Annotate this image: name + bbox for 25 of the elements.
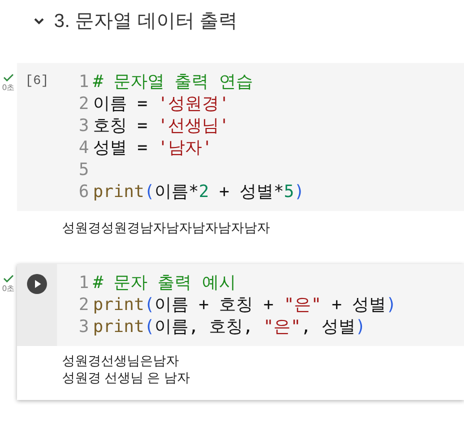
line-number: 3 bbox=[78, 316, 89, 338]
line-number: 3 bbox=[78, 115, 89, 137]
run-time: 0초 bbox=[2, 82, 15, 93]
code-line: 호칭 = '선생님' bbox=[93, 115, 230, 137]
code-line: # 문자 출력 예시 bbox=[93, 272, 236, 294]
section-heading: 3. 문자열 데이터 출력 bbox=[54, 10, 238, 34]
output-line: 성원경선생님은남자 bbox=[62, 352, 180, 369]
line-number: 2 bbox=[78, 93, 89, 115]
code-line: print(이름, 호칭, "은", 성별) bbox=[93, 316, 366, 338]
output-line: 성원경 선생님 은 남자 bbox=[62, 369, 191, 386]
code-line: 이름 = '성원경' bbox=[93, 93, 230, 115]
code-line: # 문자열 출력 연습 bbox=[93, 71, 253, 93]
code-line: 성별 = '남자' bbox=[93, 137, 212, 159]
output-line: 성원경성원경남자남자남자남자남자 bbox=[62, 219, 271, 236]
line-number: 6 bbox=[78, 181, 89, 203]
code-line: print(이름 + 호칭 + "은" + 성별) bbox=[93, 294, 396, 316]
line-number: 1 bbox=[78, 272, 89, 294]
line-number: 4 bbox=[78, 137, 89, 159]
run-button[interactable] bbox=[27, 274, 47, 294]
line-number: 2 bbox=[78, 294, 89, 316]
execution-count: [6] bbox=[25, 73, 49, 90]
run-time: 0초 bbox=[2, 283, 15, 294]
line-number: 5 bbox=[78, 159, 89, 181]
line-number: 1 bbox=[78, 71, 89, 93]
code-line: print(이름*2 + 성별*5) bbox=[93, 181, 304, 203]
